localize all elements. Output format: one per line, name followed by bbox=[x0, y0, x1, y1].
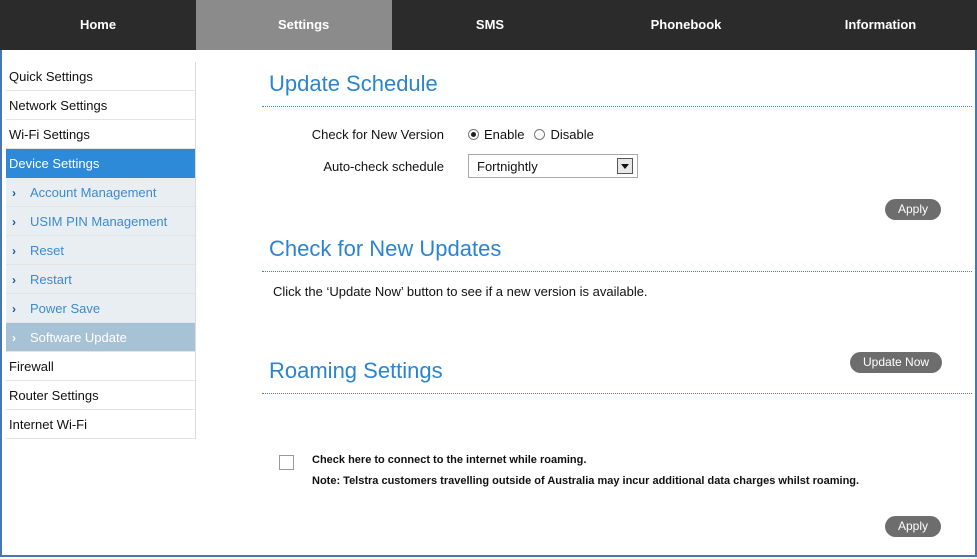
sidebar-item-label: Power Save bbox=[30, 301, 101, 316]
update-schedule-title: Update Schedule bbox=[269, 71, 438, 96]
sidebar-item-reset[interactable]: › Reset bbox=[6, 236, 195, 265]
sidebar-item-internet-wifi[interactable]: Internet Wi-Fi bbox=[6, 410, 195, 439]
chevron-right-icon: › bbox=[12, 302, 16, 316]
auto-check-value: Fortnightly bbox=[477, 158, 538, 174]
sidebar-item-label: Reset bbox=[30, 243, 64, 258]
top-nav: Home Settings SMS Phonebook Information bbox=[0, 0, 977, 50]
chevron-right-icon: › bbox=[12, 331, 16, 345]
sidebar-item-wifi-settings[interactable]: Wi-Fi Settings bbox=[6, 120, 195, 149]
apply-roaming-button[interactable]: Apply bbox=[885, 516, 942, 537]
sidebar-item-software-update[interactable]: › Software Update bbox=[6, 323, 195, 352]
divider bbox=[262, 106, 972, 107]
chevron-right-icon: › bbox=[12, 186, 16, 200]
enable-label: Enable bbox=[484, 126, 525, 142]
tab-phonebook[interactable]: Phonebook bbox=[588, 0, 784, 50]
roaming-row: Check here to connect to the internet wh… bbox=[279, 454, 859, 487]
tab-information[interactable]: Information bbox=[784, 0, 977, 50]
chevron-right-icon: › bbox=[12, 244, 16, 258]
auto-check-select[interactable]: Fortnightly bbox=[468, 154, 638, 178]
auto-check-label: Auto-check schedule bbox=[323, 158, 444, 174]
divider bbox=[262, 271, 972, 272]
sidebar-item-quick-settings[interactable]: Quick Settings bbox=[6, 62, 195, 91]
chevron-down-icon bbox=[617, 158, 633, 174]
roaming-checkbox[interactable] bbox=[279, 455, 294, 470]
roaming-checkbox-label: Check here to connect to the internet wh… bbox=[312, 454, 587, 466]
sidebar-item-network-settings[interactable]: Network Settings bbox=[6, 91, 195, 120]
tab-sms[interactable]: SMS bbox=[392, 0, 588, 50]
divider bbox=[262, 393, 972, 394]
auto-check-row: Auto-check schedule Fortnightly bbox=[262, 151, 972, 181]
disable-radio[interactable]: Disable bbox=[534, 126, 594, 142]
sidebar-item-account-management[interactable]: › Account Management bbox=[6, 178, 195, 207]
apply-schedule-button[interactable]: Apply bbox=[885, 199, 942, 220]
tab-home[interactable]: Home bbox=[0, 0, 196, 50]
disable-label: Disable bbox=[550, 126, 594, 142]
sidebar-item-label: Software Update bbox=[30, 330, 127, 345]
sidebar-item-power-save[interactable]: › Power Save bbox=[6, 294, 195, 323]
sidebar-item-label: Restart bbox=[30, 272, 72, 287]
tab-settings[interactable]: Settings bbox=[196, 0, 392, 50]
sidebar-item-usim-pin-management[interactable]: › USIM PIN Management bbox=[6, 207, 195, 236]
sidebar-item-firewall[interactable]: Firewall bbox=[6, 352, 195, 381]
sidebar-item-restart[interactable]: › Restart bbox=[6, 265, 195, 294]
check-version-label: Check for New Version bbox=[311, 126, 444, 142]
sidebar-item-device-settings[interactable]: Device Settings bbox=[6, 149, 195, 178]
chevron-right-icon: › bbox=[12, 273, 16, 287]
check-updates-text: Click the ‘Update Now’ button to see if … bbox=[273, 284, 648, 299]
sidebar-item-label: Account Management bbox=[30, 185, 157, 200]
check-updates-title: Check for New Updates bbox=[269, 236, 502, 261]
enable-radio[interactable]: Enable bbox=[468, 127, 524, 142]
check-version-row: Check for New Version Enable Disable bbox=[262, 119, 972, 149]
chevron-right-icon: › bbox=[12, 215, 16, 229]
radio-selected-icon bbox=[468, 128, 479, 140]
radio-unselected-icon bbox=[534, 128, 546, 140]
sidebar-item-label: USIM PIN Management bbox=[30, 214, 168, 229]
update-now-button[interactable]: Update Now bbox=[850, 352, 943, 373]
sidebar: Quick Settings Network Settings Wi-Fi Se… bbox=[6, 62, 196, 439]
sidebar-item-router-settings[interactable]: Router Settings bbox=[6, 381, 195, 410]
roaming-note: Note: Telstra customers travelling outsi… bbox=[312, 475, 860, 487]
